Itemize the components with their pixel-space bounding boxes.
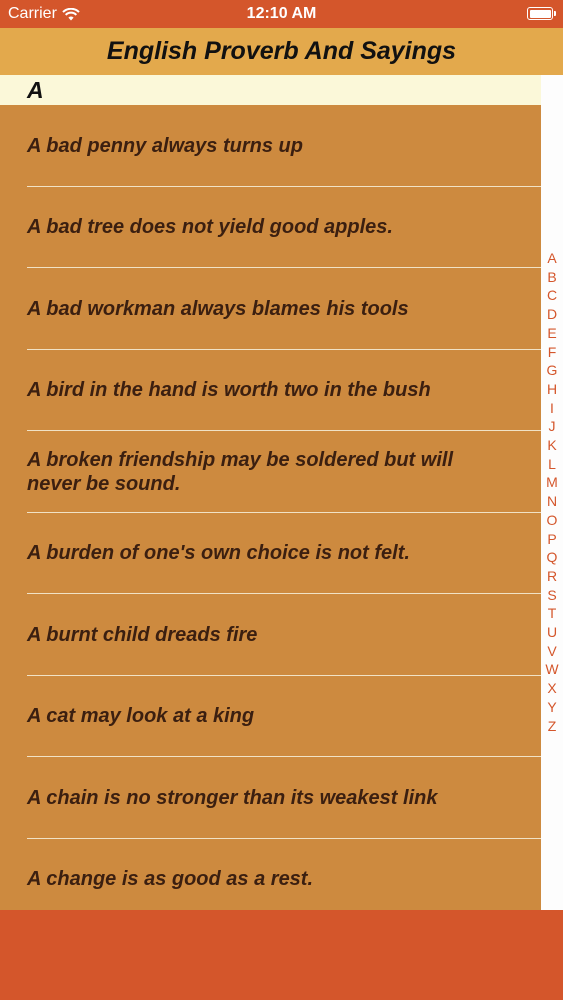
index-letter-h[interactable]: H — [547, 380, 557, 399]
list-item[interactable]: A bad workman always blames his tools — [0, 268, 541, 350]
list-item[interactable]: A cat may look at a king — [0, 676, 541, 758]
index-letter-a[interactable]: A — [547, 249, 556, 268]
battery-icon — [527, 7, 556, 20]
index-letter-y[interactable]: Y — [547, 698, 556, 717]
index-letter-v[interactable]: V — [547, 642, 556, 661]
index-letter-o[interactable]: O — [547, 511, 558, 530]
index-letter-f[interactable]: F — [548, 343, 557, 362]
list-item[interactable]: A change is as good as a rest. — [0, 839, 541, 911]
list-item-text: A bad workman always blames his tools — [27, 297, 409, 320]
index-letter-m[interactable]: M — [546, 473, 558, 492]
index-letter-g[interactable]: G — [547, 361, 558, 380]
navigation-bar: English Proverb And Sayings — [0, 28, 563, 75]
index-letter-u[interactable]: U — [547, 623, 557, 642]
index-letter-k[interactable]: K — [547, 436, 556, 455]
page-title: English Proverb And Sayings — [106, 37, 457, 65]
list-item[interactable]: A bird in the hand is worth two in the b… — [0, 350, 541, 432]
index-letter-w[interactable]: W — [545, 660, 558, 679]
list-item-text: A bad tree does not yield good apples. — [27, 216, 393, 239]
index-letter-b[interactable]: B — [547, 268, 556, 287]
section-header-a: A — [0, 75, 541, 105]
index-letter-j[interactable]: J — [549, 417, 556, 436]
section-index[interactable]: A B C D E F G H I J K L M N O P Q R S T … — [541, 249, 563, 735]
list-item-text: A cat may look at a king — [27, 705, 255, 728]
list-item-text: A bad penny always turns up — [27, 134, 303, 157]
status-time: 12:10 AM — [246, 5, 317, 22]
status-bar: Carrier 12:10 AM — [0, 0, 563, 28]
index-letter-n[interactable]: N — [547, 492, 557, 511]
index-letter-x[interactable]: X — [547, 679, 556, 698]
list-item[interactable]: A chain is no stronger than its weakest … — [0, 757, 541, 839]
list-item[interactable]: A bad tree does not yield good apples. — [0, 187, 541, 269]
index-letter-q[interactable]: Q — [547, 548, 558, 567]
index-letter-e[interactable]: E — [547, 324, 556, 343]
list-item-text: A burnt child dreads fire — [27, 623, 258, 646]
index-letter-i[interactable]: I — [550, 399, 554, 418]
index-letter-z[interactable]: Z — [548, 717, 557, 736]
list-item-text: A broken friendship may be soldered but … — [27, 448, 453, 495]
list-item[interactable]: A bad penny always turns up — [0, 105, 541, 187]
index-letter-s[interactable]: S — [547, 586, 556, 605]
index-letter-r[interactable]: R — [547, 567, 557, 586]
list-item[interactable]: A burden of one's own choice is not felt… — [0, 513, 541, 595]
list-item[interactable]: A broken friendship may be soldered but … — [0, 431, 541, 513]
list-item-text: A burden of one's own choice is not felt… — [27, 542, 410, 565]
list-item-text: A change is as good as a rest. — [27, 868, 314, 891]
index-letter-t[interactable]: T — [548, 604, 557, 623]
bottom-banner — [0, 910, 563, 1000]
index-letter-l[interactable]: L — [548, 455, 556, 474]
index-letter-d[interactable]: D — [547, 305, 557, 324]
list-item[interactable]: A burnt child dreads fire — [0, 594, 541, 676]
index-letter-p[interactable]: P — [547, 530, 556, 549]
list-item-text: A chain is no stronger than its weakest … — [27, 786, 438, 809]
index-letter-c[interactable]: C — [547, 286, 557, 305]
list-item-text: A bird in the hand is worth two in the b… — [27, 379, 431, 402]
proverb-list[interactable]: A bad penny always turns up A bad tree d… — [0, 105, 541, 910]
